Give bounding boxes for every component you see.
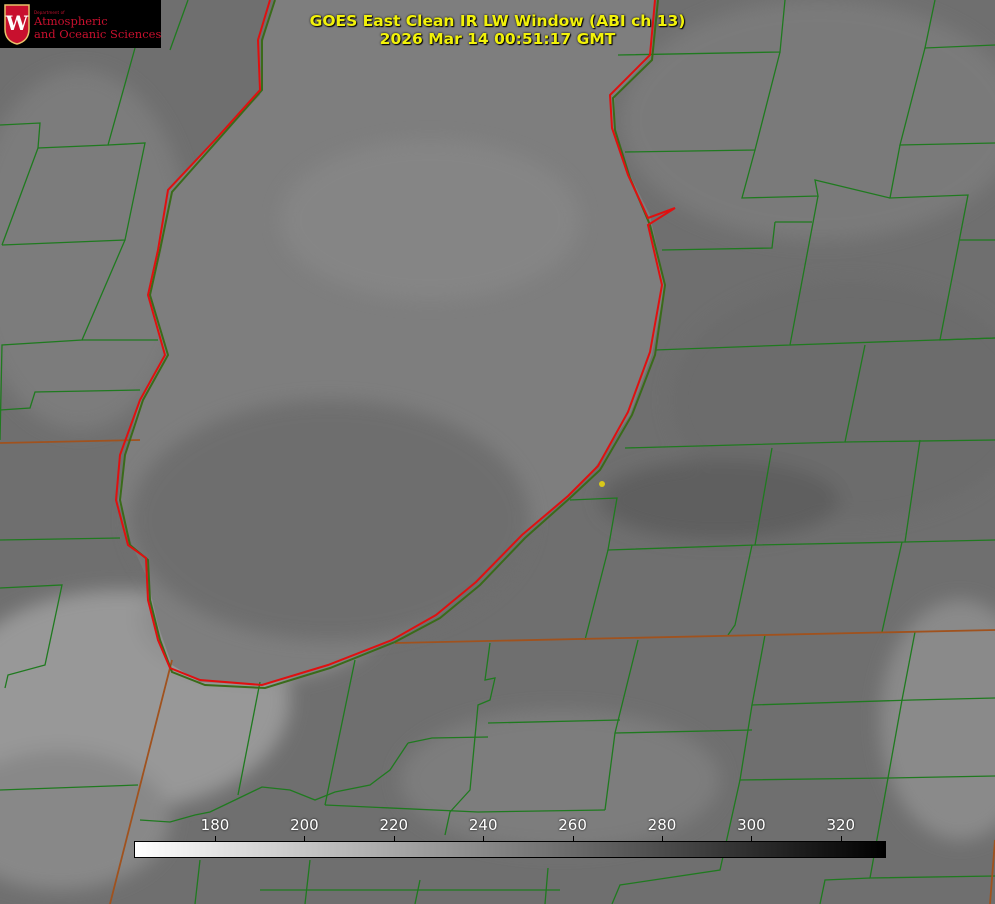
location-marker-icon[interactable] [599, 481, 605, 487]
colorbar-tick-mark [215, 836, 216, 841]
satellite-viewer: { "title": { "line1": "GOES East Clean I… [0, 0, 995, 904]
lake-dark-band [130, 400, 530, 640]
temperature-colorbar [134, 841, 886, 858]
lake-bright-band [280, 140, 580, 300]
colorbar-tick-label: 320 [826, 816, 856, 834]
colorbar-tick-label: 300 [737, 816, 766, 834]
image-title: GOES East Clean IR LW Window (ABI ch 13) [309, 12, 686, 30]
colorbar-tick-mark [662, 836, 663, 841]
colorbar-tick-mark [751, 836, 753, 841]
image-timestamp: 2026 Mar 14 00:51:17 GMT [379, 30, 616, 48]
ir-satellite-map[interactable] [0, 0, 995, 904]
colorbar-tick-label: 220 [379, 816, 409, 834]
colorbar-tick-label: 200 [290, 816, 319, 834]
colorbar-tick-mark [393, 836, 395, 841]
colorbar-tick-mark [840, 836, 842, 841]
colorbar-tick-label: 240 [468, 816, 498, 834]
colorbar-tick-mark [483, 836, 485, 841]
colorbar-tick-label: 280 [647, 816, 677, 834]
colorbar-tick-mark [304, 836, 306, 841]
colorbar-tick-mark [572, 836, 574, 841]
colorbar-tick-label: 260 [558, 816, 587, 834]
colorbar-tick-label: 180 [200, 816, 230, 834]
